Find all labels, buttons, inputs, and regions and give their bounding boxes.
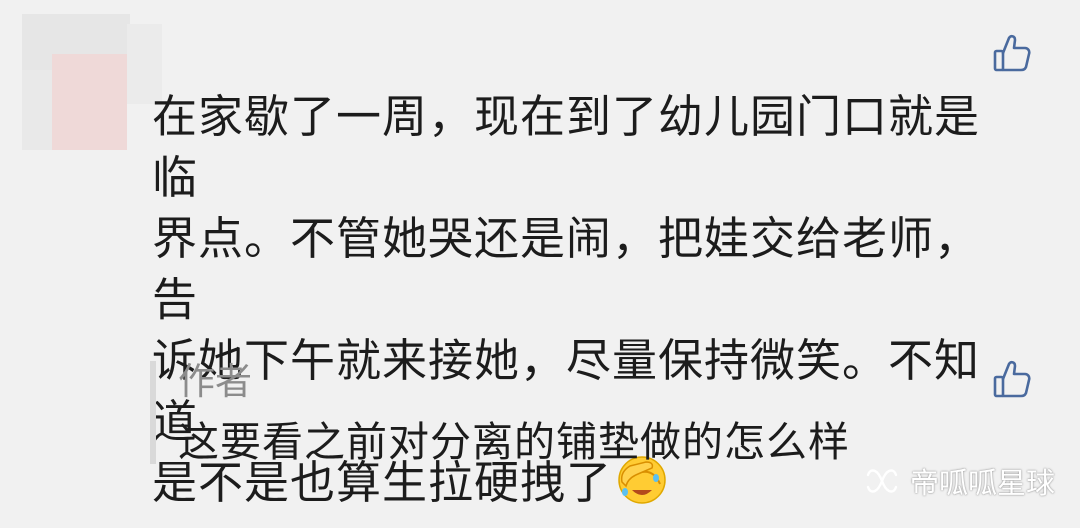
comment-line: 在家歇了一周，现在到了幼儿园门口就是临: [152, 90, 981, 204]
watermark-text: 帝呱呱星球: [910, 466, 1056, 500]
thumbs-up-icon[interactable]: [990, 32, 1034, 76]
reply-divider: [150, 361, 156, 464]
wechat-channel-icon: [866, 469, 898, 493]
reply-text: 这要看之前对分离的铺垫做的怎么样: [178, 418, 850, 466]
watermark: 帝呱呱星球: [862, 458, 1055, 504]
avatar-blurred[interactable]: [22, 14, 162, 164]
reply-author-label: 作者: [178, 360, 252, 403]
thumbs-up-icon[interactable]: [990, 358, 1034, 402]
comment-line: 界点。不管她哭还是闹，把娃交给老师，告: [152, 212, 981, 326]
